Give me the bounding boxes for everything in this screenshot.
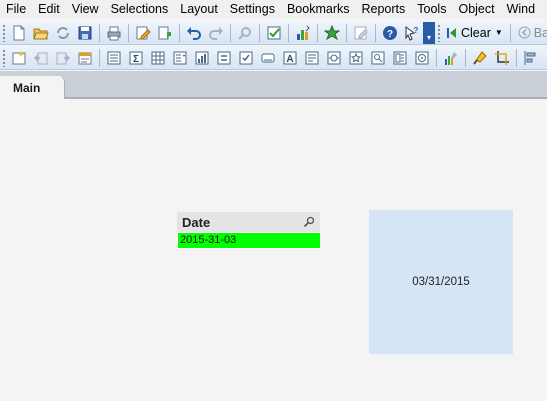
input-box-icon[interactable]	[214, 48, 234, 68]
line-arrow-object-icon[interactable]	[302, 48, 322, 68]
listbox-icon[interactable]	[104, 48, 124, 68]
button-object-icon[interactable]	[258, 48, 278, 68]
clear-label: Clear	[461, 25, 491, 40]
search-object-icon[interactable]	[368, 48, 388, 68]
chart-icon[interactable]	[192, 48, 212, 68]
add-bookmark-icon[interactable]	[322, 23, 342, 43]
container-object-icon[interactable]	[390, 48, 410, 68]
toolbar-separator	[99, 23, 100, 42]
toolbar-overflow-icon[interactable]: ▾	[423, 21, 435, 44]
promote-sheet-icon[interactable]	[31, 48, 51, 68]
back-label: Back	[533, 25, 547, 40]
table-box-icon[interactable]	[148, 48, 168, 68]
edit-script-icon[interactable]	[133, 23, 153, 43]
toolbar-separator	[230, 23, 231, 42]
svg-text:Σ: Σ	[133, 54, 139, 65]
reload-icon[interactable]	[53, 23, 73, 43]
text-object-icon[interactable]: A	[280, 48, 300, 68]
svg-text:?: ?	[414, 26, 419, 35]
current-selections-icon[interactable]	[264, 23, 284, 43]
menu-settings[interactable]: Settings	[224, 0, 281, 19]
edit-object-icon[interactable]	[351, 23, 371, 43]
chart-properties-icon[interactable]	[441, 48, 461, 68]
date-text-object[interactable]: 03/31/2015	[369, 210, 513, 354]
menu-object[interactable]: Object	[452, 0, 500, 19]
menu-bookmarks[interactable]: Bookmarks	[281, 0, 356, 19]
multi-box-icon[interactable]	[170, 48, 190, 68]
context-help-icon[interactable]: ?	[402, 23, 422, 43]
menu-reports[interactable]: Reports	[356, 0, 412, 19]
statistics-box-icon[interactable]: Σ	[126, 48, 146, 68]
toolbar-separator	[179, 23, 180, 42]
toolbar-separator	[509, 23, 511, 42]
align-left-icon[interactable]	[521, 48, 541, 68]
sheet-properties-icon[interactable]	[75, 48, 95, 68]
menu-bar: File Edit View Selections Layout Setting…	[0, 0, 547, 19]
menu-window[interactable]: Wind	[501, 0, 541, 19]
menu-file[interactable]: File	[0, 0, 32, 19]
listbox-selected-value[interactable]: 2015-31-03	[178, 233, 320, 248]
new-sheet-icon[interactable]	[9, 48, 29, 68]
back-button[interactable]: Back	[514, 23, 547, 43]
save-icon[interactable]	[75, 23, 95, 43]
toolbar-separator	[99, 48, 100, 67]
chart-wizard-icon[interactable]	[293, 23, 313, 43]
listbox-title: Date	[182, 214, 211, 230]
print-icon[interactable]	[104, 23, 124, 43]
toolbar-grip[interactable]	[2, 48, 6, 67]
menu-view[interactable]: View	[66, 0, 105, 19]
toolbar-grip[interactable]	[2, 23, 6, 42]
align-center-icon[interactable]	[543, 48, 547, 68]
help-icon[interactable]: ?	[380, 23, 400, 43]
current-selections-box-icon[interactable]	[236, 48, 256, 68]
standard-toolbar: ? ? ▾ Clear ▼ Back	[0, 21, 547, 45]
toolbar-separator	[436, 48, 437, 67]
clear-icon	[447, 27, 456, 38]
open-folder-icon[interactable]	[31, 23, 51, 43]
toolbar-separator	[465, 48, 466, 67]
date-listbox[interactable]: Date 2015-31-03	[177, 212, 320, 249]
search-icon[interactable]	[303, 216, 315, 228]
search-icon[interactable]	[235, 23, 255, 43]
redo-icon[interactable]	[206, 23, 226, 43]
custom-object-icon[interactable]	[412, 48, 432, 68]
svg-text:?: ?	[387, 29, 393, 40]
slider-object-icon[interactable]	[324, 48, 344, 68]
toolbar-separator	[346, 23, 347, 42]
menu-selections[interactable]: Selections	[105, 0, 175, 19]
text-object-value: 03/31/2015	[412, 276, 470, 288]
menu-edit[interactable]: Edit	[32, 0, 66, 19]
toolbar-grip[interactable]	[437, 23, 441, 42]
tab-main[interactable]: Main	[0, 76, 65, 101]
clear-button[interactable]: Clear ▼	[443, 23, 507, 43]
toolbar-separator	[375, 23, 376, 42]
toolbar-separator	[259, 23, 260, 42]
chevron-down-icon[interactable]: ▼	[495, 28, 503, 37]
demote-sheet-icon[interactable]	[53, 48, 73, 68]
design-toolbar: Σ A	[0, 46, 547, 70]
back-arrow-icon	[518, 26, 531, 39]
toolbar-separator	[516, 48, 517, 67]
menu-tools[interactable]: Tools	[411, 0, 452, 19]
toolbar-separator	[317, 23, 318, 42]
sheet-tab-strip: Main	[0, 71, 547, 101]
undo-icon[interactable]	[184, 23, 204, 43]
listbox-caption[interactable]: Date	[177, 212, 320, 232]
svg-text:A: A	[286, 54, 293, 65]
crop-icon[interactable]	[492, 48, 512, 68]
format-painter-icon[interactable]	[470, 48, 490, 68]
bookmark-object-icon[interactable]	[346, 48, 366, 68]
toolbar-separator	[128, 23, 129, 42]
menu-layout[interactable]: Layout	[174, 0, 224, 19]
reload-data-icon[interactable]	[155, 23, 175, 43]
new-document-icon[interactable]	[9, 23, 29, 43]
toolbar-separator	[288, 23, 289, 42]
